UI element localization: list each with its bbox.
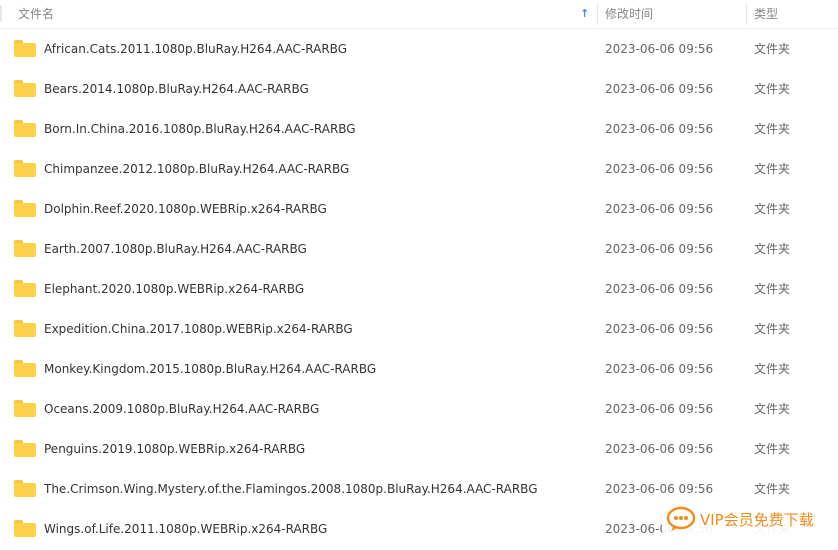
file-row[interactable]: Elephant.2020.1080p.WEBRip.x264-RARBG 202… [0, 269, 838, 309]
folder-icon[interactable] [14, 440, 36, 457]
column-header-type[interactable]: 类型 [754, 0, 834, 28]
file-modified-time: 2023-06-06 09:56 [605, 42, 714, 56]
file-row[interactable]: Expedition.China.2017.1080p.WEBRip.x264-… [0, 309, 838, 349]
file-name[interactable]: African.Cats.2011.1080p.BluRay.H264.AAC-… [44, 29, 347, 69]
file-name[interactable]: Wings.of.Life.2011.1080p.WEBRip.x264-RAR… [44, 509, 327, 549]
file-name[interactable]: The.Crimson.Wing.Mystery.of.the.Flamingo… [44, 469, 538, 509]
folder-icon[interactable] [14, 480, 36, 497]
column-divider[interactable] [746, 3, 747, 25]
file-name[interactable]: Chimpanzee.2012.1080p.BluRay.H264.AAC-RA… [44, 149, 349, 189]
file-modified-time: 2023-06-06 09:56 [605, 122, 714, 136]
file-type: 文件夹 [754, 42, 791, 56]
file-modified-time: 2023-06-06 09:56 [605, 202, 714, 216]
file-type: 文件夹 [754, 162, 791, 176]
column-header-modified-time[interactable]: 修改时间 [605, 0, 735, 28]
folder-icon[interactable] [14, 40, 36, 57]
file-type: 文件夹 [754, 122, 791, 136]
file-name[interactable]: Dolphin.Reef.2020.1080p.WEBRip.x264-RARB… [44, 189, 327, 229]
file-modified-time: 2023-06-06 09:56 [605, 402, 714, 416]
folder-icon[interactable] [14, 280, 36, 297]
folder-icon[interactable] [14, 120, 36, 137]
folder-icon[interactable] [14, 240, 36, 257]
watermark-text: VIP会员免费下载 [700, 510, 814, 529]
file-name[interactable]: Expedition.China.2017.1080p.WEBRip.x264-… [44, 309, 353, 349]
file-modified-time: 2023-06-06 09:56 [605, 362, 714, 376]
file-row[interactable]: Chimpanzee.2012.1080p.BluRay.H264.AAC-RA… [0, 149, 838, 189]
column-header-name[interactable]: 文件名 [18, 0, 588, 28]
column-divider[interactable] [597, 3, 598, 25]
folder-icon[interactable] [14, 520, 36, 537]
file-modified-time: 2023-06-06 09:56 [605, 322, 714, 336]
file-type: 文件夹 [754, 362, 791, 376]
file-name[interactable]: Monkey.Kingdom.2015.1080p.BluRay.H264.AA… [44, 349, 376, 389]
file-list-header: 文件名 ↑ 修改时间 类型 [0, 0, 838, 29]
file-modified-time: 2023-06-06 09:56 [605, 162, 714, 176]
file-name[interactable]: Born.In.China.2016.1080p.BluRay.H264.AAC… [44, 109, 356, 149]
file-row[interactable]: Earth.2007.1080p.BluRay.H264.AAC-RARBG 20… [0, 229, 838, 269]
watermark-badge: VIP会员免费下载 [662, 503, 822, 535]
file-name[interactable]: Oceans.2009.1080p.BluRay.H264.AAC-RARBG [44, 389, 319, 429]
file-row[interactable]: African.Cats.2011.1080p.BluRay.H264.AAC-… [0, 29, 838, 69]
file-type: 文件夹 [754, 322, 791, 336]
file-type: 文件夹 [754, 82, 791, 96]
file-type: 文件夹 [754, 202, 791, 216]
file-name[interactable]: Bears.2014.1080p.BluRay.H264.AAC-RARBG [44, 69, 309, 109]
header-left-edge [0, 5, 2, 21]
file-type: 文件夹 [754, 402, 791, 416]
file-row[interactable]: Oceans.2009.1080p.BluRay.H264.AAC-RARBG 2… [0, 389, 838, 429]
file-row[interactable]: Monkey.Kingdom.2015.1080p.BluRay.H264.AA… [0, 349, 838, 389]
file-row[interactable]: Dolphin.Reef.2020.1080p.WEBRip.x264-RARB… [0, 189, 838, 229]
folder-icon[interactable] [14, 160, 36, 177]
file-type: 文件夹 [754, 442, 791, 456]
file-modified-time: 2023-06-06 09:56 [605, 282, 714, 296]
arrow-up-icon[interactable]: ↑ [580, 0, 589, 28]
chat-bubble-logo-icon [666, 506, 696, 532]
file-name[interactable]: Earth.2007.1080p.BluRay.H264.AAC-RARBG [44, 229, 307, 269]
folder-icon[interactable] [14, 200, 36, 217]
folder-icon[interactable] [14, 320, 36, 337]
file-row[interactable]: Penguins.2019.1080p.WEBRip.x264-RARBG 202… [0, 429, 838, 469]
folder-icon[interactable] [14, 80, 36, 97]
file-modified-time: 2023-06-06 09:56 [605, 242, 714, 256]
file-name[interactable]: Elephant.2020.1080p.WEBRip.x264-RARBG [44, 269, 304, 309]
file-modified-time: 2023-06-06 09:56 [605, 442, 714, 456]
file-type: 文件夹 [754, 282, 791, 296]
file-name[interactable]: Penguins.2019.1080p.WEBRip.x264-RARBG [44, 429, 305, 469]
file-type: 文件夹 [754, 242, 791, 256]
folder-icon[interactable] [14, 400, 36, 417]
file-row[interactable]: Bears.2014.1080p.BluRay.H264.AAC-RARBG 20… [0, 69, 838, 109]
file-row[interactable]: Born.In.China.2016.1080p.BluRay.H264.AAC… [0, 109, 838, 149]
folder-icon[interactable] [14, 360, 36, 377]
file-modified-time: 2023-06-06 09:56 [605, 82, 714, 96]
